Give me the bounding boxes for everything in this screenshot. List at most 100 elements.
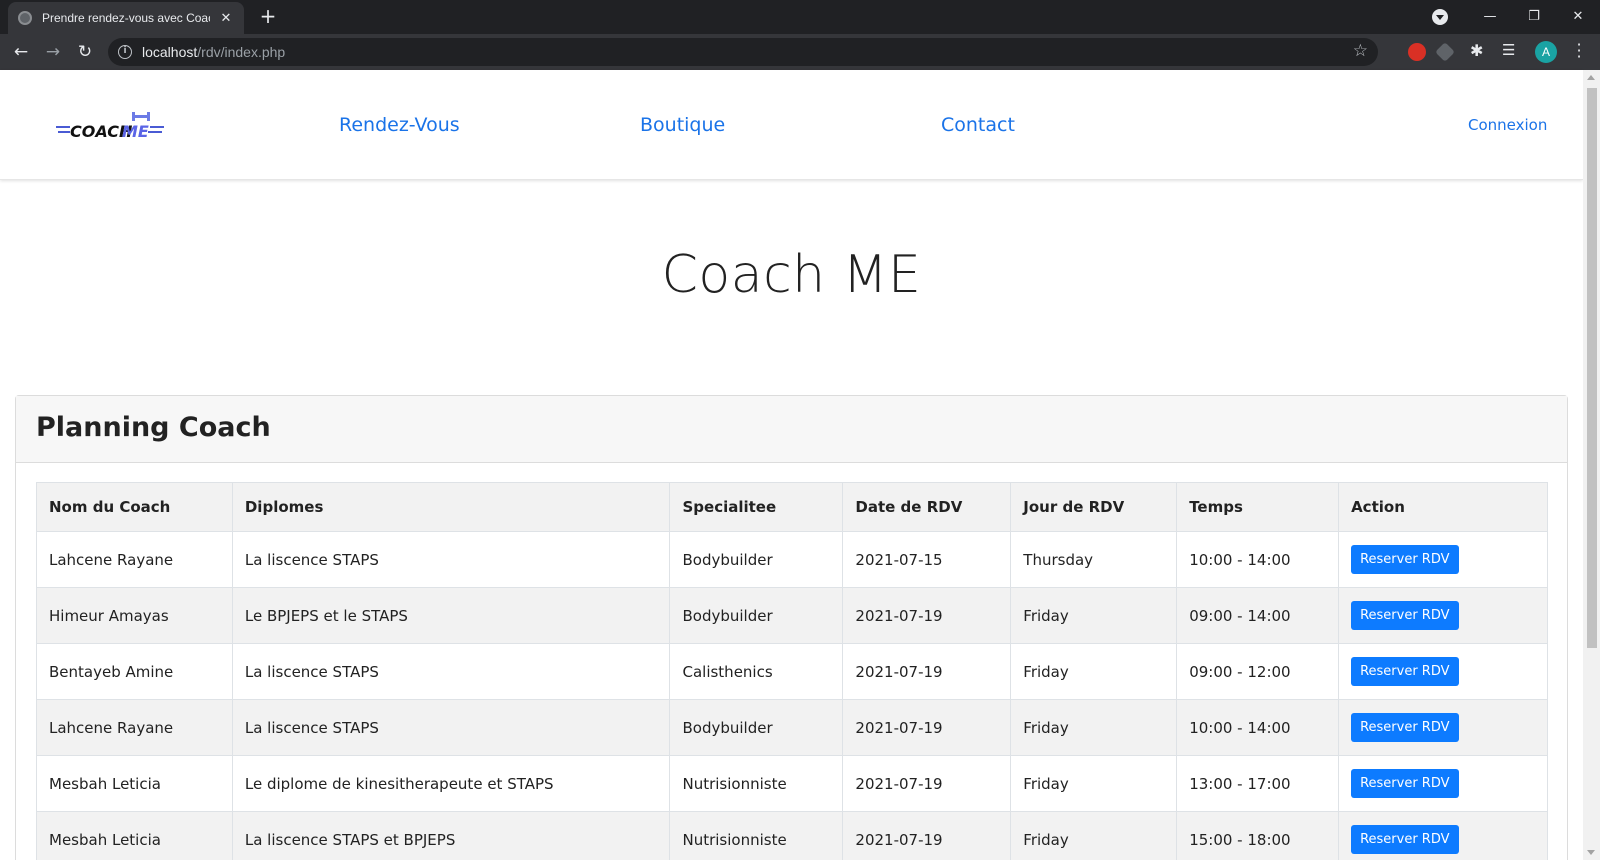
- minimize-icon[interactable]: —: [1478, 6, 1502, 28]
- reserver-rdv-button[interactable]: Reserver RDV: [1351, 601, 1459, 630]
- action-cell: Reserver RDV: [1338, 811, 1548, 860]
- extension-tag-icon[interactable]: [1435, 42, 1455, 62]
- table-cell: 09:00 - 14:00: [1176, 587, 1340, 644]
- table-cell: 15:00 - 18:00: [1176, 811, 1340, 860]
- scrollbar-thumb[interactable]: [1587, 88, 1597, 648]
- table-cell: 2021-07-19: [842, 587, 1012, 644]
- table-cell: 2021-07-19: [842, 699, 1012, 756]
- tab-search-icon[interactable]: [1432, 9, 1448, 25]
- table-cell: Calisthenics: [669, 643, 844, 700]
- table-cell: Friday: [1010, 699, 1178, 756]
- table-cell: Friday: [1010, 755, 1178, 812]
- planning-table: Nom du Coach Diplomes Specialitee Date d…: [36, 482, 1548, 860]
- reserver-rdv-button[interactable]: Reserver RDV: [1351, 769, 1459, 798]
- scroll-up-arrow-icon[interactable]: [1587, 75, 1595, 80]
- reserver-rdv-button[interactable]: Reserver RDV: [1351, 545, 1459, 574]
- column-header: Jour de RDV: [1010, 482, 1178, 532]
- scroll-down-arrow-icon[interactable]: [1587, 850, 1595, 855]
- media-control-icon[interactable]: ☰: [1502, 41, 1520, 59]
- table-cell: 2021-07-19: [842, 755, 1012, 812]
- table-row: Lahcene Rayane La liscence STAPS Bodybuild…: [36, 699, 1548, 756]
- table-header-row: Nom du Coach Diplomes Specialitee Date d…: [36, 482, 1548, 532]
- new-tab-button[interactable]: +: [256, 5, 280, 29]
- back-icon[interactable]: ←: [8, 39, 34, 65]
- reserver-rdv-button[interactable]: Reserver RDV: [1351, 657, 1459, 686]
- table-row: Lahcene Rayane La liscence STAPS Bodybuild…: [36, 531, 1548, 588]
- window-close-icon[interactable]: ✕: [1566, 6, 1590, 28]
- table-cell: Nutrisionniste: [669, 811, 844, 860]
- table-cell: Nutrisionniste: [669, 755, 844, 812]
- address-bar[interactable]: i localhost/rdv/index.php ☆: [108, 38, 1378, 66]
- action-cell: Reserver RDV: [1338, 755, 1548, 812]
- table-row: Mesbah Leticia La liscence STAPS et BPJEP…: [36, 811, 1548, 860]
- table-cell: Friday: [1010, 587, 1178, 644]
- table-cell: Lahcene Rayane: [36, 699, 233, 756]
- table-cell: 10:00 - 14:00: [1176, 699, 1340, 756]
- url-text: localhost/rdv/index.php: [142, 44, 286, 60]
- nav-boutique[interactable]: Boutique: [640, 114, 725, 136]
- table-row: Bentayeb Amine La liscence STAPS Calisthen…: [36, 643, 1548, 700]
- action-cell: Reserver RDV: [1338, 643, 1548, 700]
- reload-icon[interactable]: ↻: [72, 39, 98, 65]
- table-cell: 2021-07-19: [842, 811, 1012, 860]
- table-cell: Friday: [1010, 643, 1178, 700]
- column-header: Diplomes: [231, 482, 671, 532]
- table-cell: 13:00 - 17:00: [1176, 755, 1340, 812]
- reserver-rdv-button[interactable]: Reserver RDV: [1351, 825, 1459, 854]
- close-icon[interactable]: ✕: [218, 11, 234, 26]
- table-cell: 09:00 - 12:00: [1176, 643, 1340, 700]
- table-cell: Himeur Amayas: [36, 587, 233, 644]
- card-title: Planning Coach: [36, 412, 271, 443]
- bookmark-star-icon[interactable]: ☆: [1353, 41, 1368, 61]
- page-scrollbar[interactable]: [1583, 70, 1600, 860]
- table-cell: Mesbah Leticia: [36, 755, 233, 812]
- svg-text:ME: ME: [122, 122, 149, 141]
- action-cell: Reserver RDV: [1338, 531, 1548, 588]
- reserver-rdv-button[interactable]: Reserver RDV: [1351, 713, 1459, 742]
- browser-tab[interactable]: Prendre rendez-vous avec Coach ✕: [8, 2, 244, 34]
- table-cell: Bodybuilder: [669, 587, 844, 644]
- table-row: Himeur Amayas Le BPJEPS et le STAPS Bodybu…: [36, 587, 1548, 644]
- table-cell: Bentayeb Amine: [36, 643, 233, 700]
- table-cell: 10:00 - 14:00: [1176, 531, 1340, 588]
- column-header: Nom du Coach: [36, 482, 233, 532]
- table-cell: La liscence STAPS et BPJEPS: [231, 811, 671, 860]
- extension-red-icon[interactable]: [1408, 43, 1426, 61]
- planning-card: Planning Coach Nom du Coach Diplomes Spe…: [15, 395, 1568, 860]
- tab-title: Prendre rendez-vous avec Coach: [42, 11, 210, 25]
- table-cell: 2021-07-19: [842, 643, 1012, 700]
- page-title: Coach ME: [661, 245, 922, 305]
- extensions-puzzle-icon[interactable]: ✱: [1470, 41, 1488, 60]
- column-header: Date de RDV: [842, 482, 1012, 532]
- nav-contact[interactable]: Contact: [941, 114, 1015, 136]
- menu-dots-icon[interactable]: · · ·: [1576, 37, 1582, 65]
- nav-rendez-vous[interactable]: Rendez-Vous: [339, 114, 460, 136]
- forward-icon[interactable]: →: [40, 39, 66, 65]
- restore-icon[interactable]: ❐: [1522, 6, 1546, 28]
- login-link[interactable]: Connexion: [1468, 116, 1547, 134]
- table-cell: Mesbah Leticia: [36, 811, 233, 860]
- browser-toolbar: ← → ↻ i localhost/rdv/index.php ☆ ✱ ☰ A …: [0, 34, 1600, 70]
- info-icon[interactable]: i: [118, 45, 132, 59]
- browser-tab-bar: Prendre rendez-vous avec Coach ✕ + — ❐ ✕: [0, 0, 1600, 34]
- table-cell: Thursday: [1010, 531, 1178, 588]
- globe-icon: [18, 11, 32, 25]
- column-header: Temps: [1176, 482, 1340, 532]
- profile-avatar[interactable]: A: [1535, 41, 1557, 63]
- coachme-logo[interactable]: COACH ME: [56, 110, 171, 144]
- table-cell: Bodybuilder: [669, 699, 844, 756]
- table-cell: Le diplome de kinesitherapeute et STAPS: [231, 755, 671, 812]
- action-cell: Reserver RDV: [1338, 587, 1548, 644]
- column-header: Action: [1338, 482, 1548, 532]
- table-cell: La liscence STAPS: [231, 643, 671, 700]
- table-cell: La liscence STAPS: [231, 531, 671, 588]
- table-cell: Bodybuilder: [669, 531, 844, 588]
- table-cell: Le BPJEPS et le STAPS: [231, 587, 671, 644]
- table-cell: 2021-07-15: [842, 531, 1012, 588]
- table-row: Mesbah Leticia Le diplome de kinesitherap…: [36, 755, 1548, 812]
- table-cell: La liscence STAPS: [231, 699, 671, 756]
- site-header: COACH ME Rendez-Vous Boutique Contact Co…: [0, 70, 1583, 180]
- column-header: Specialitee: [669, 482, 844, 532]
- table-cell: Lahcene Rayane: [36, 531, 233, 588]
- table-cell: Friday: [1010, 811, 1178, 860]
